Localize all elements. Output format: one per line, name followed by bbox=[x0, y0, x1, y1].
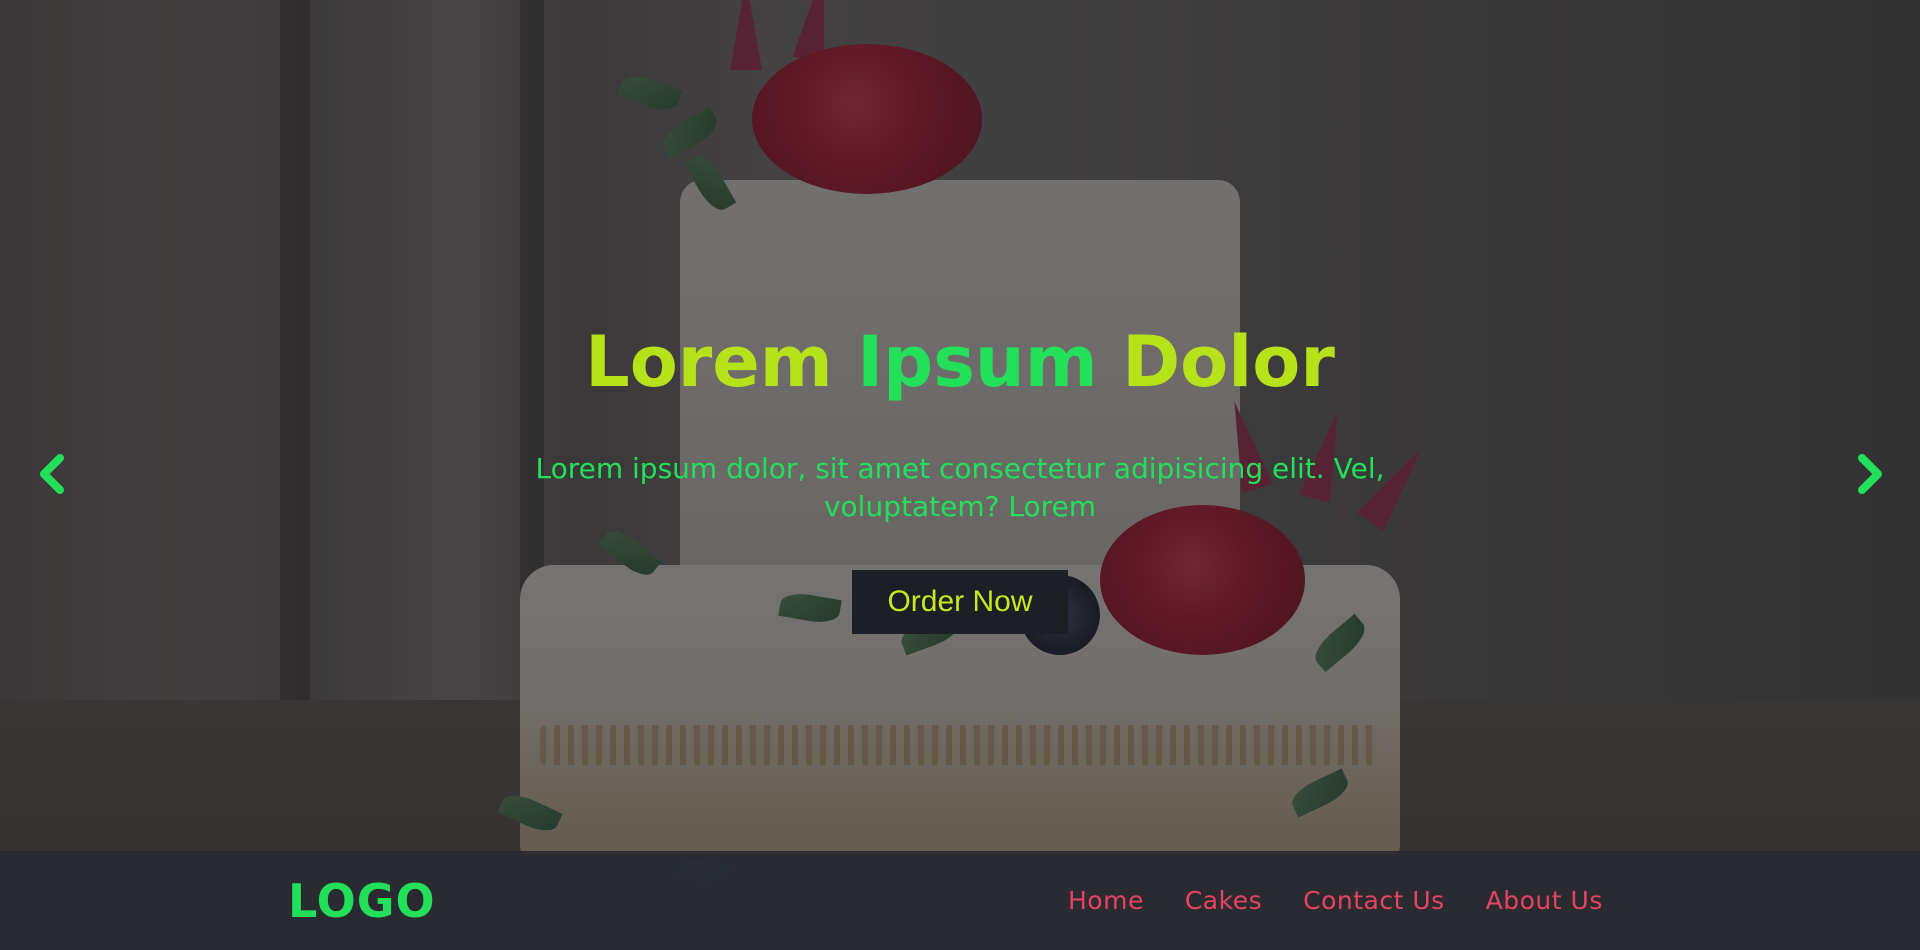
hero-title-word: Lorem bbox=[585, 321, 858, 403]
nav-link-cakes[interactable]: Cakes bbox=[1185, 885, 1262, 917]
hero-description: Lorem ipsum dolor, sit amet consectetur … bbox=[535, 452, 1385, 523]
nav-link-contact-us[interactable]: Contact Us bbox=[1303, 885, 1445, 917]
hero-title-word: Dolor bbox=[1097, 321, 1335, 403]
hero-section: Lorem Ipsum Dolor Lorem ipsum dolor, sit… bbox=[0, 0, 1920, 950]
nav-link-about-us[interactable]: About Us bbox=[1486, 885, 1603, 917]
nav-links: Home Cakes Contact Us About Us bbox=[1068, 885, 1603, 917]
nav-link-home[interactable]: Home bbox=[1068, 885, 1144, 917]
site-logo[interactable]: LOGO bbox=[288, 875, 436, 927]
hero-content: Lorem Ipsum Dolor Lorem ipsum dolor, sit… bbox=[0, 320, 1920, 634]
hero-title-accent-word: Ipsum bbox=[857, 321, 1098, 403]
order-now-button[interactable]: Order Now bbox=[852, 570, 1068, 634]
hero-title: Lorem Ipsum Dolor bbox=[0, 320, 1920, 404]
bottom-navbar: LOGO Home Cakes Contact Us About Us bbox=[0, 851, 1920, 950]
